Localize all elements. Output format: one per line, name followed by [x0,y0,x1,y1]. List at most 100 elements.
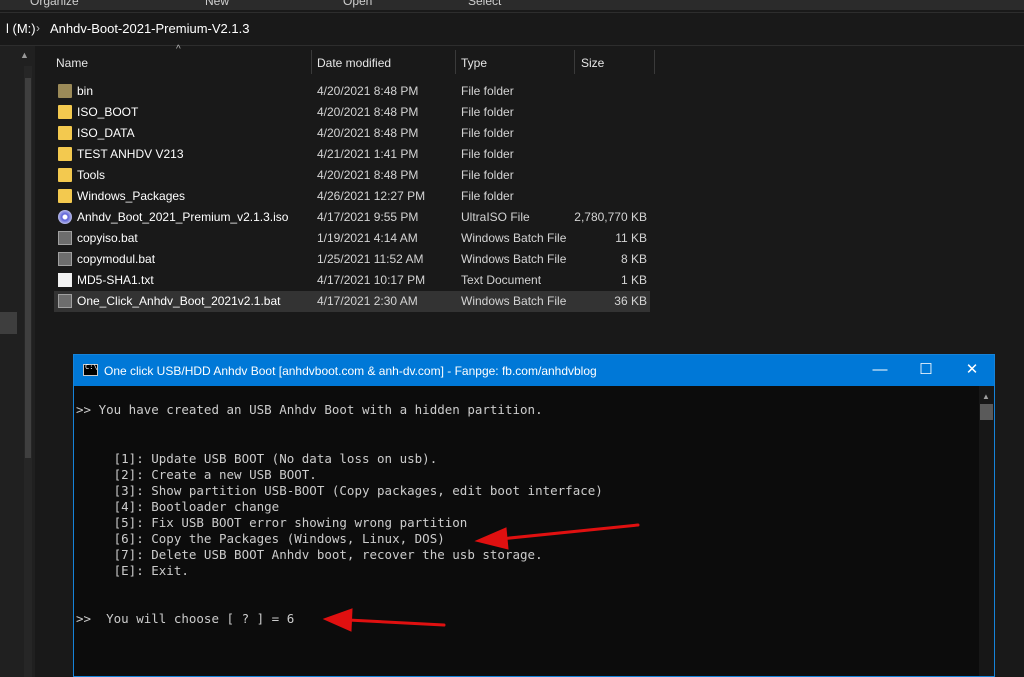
batch-file-icon [58,231,72,245]
file-date: 1/19/2021 4:14 AM [317,231,418,245]
menu-option-6: [6]: Copy the Packages (Windows, Linux, … [76,531,445,546]
menu-option-4: [4]: Bootloader change [76,499,280,514]
console-title: One click USB/HDD Anhdv Boot [anhdvboot.… [104,364,597,378]
console-titlebar[interactable]: C:\ One click USB/HDD Anhdv Boot [anhdvb… [74,355,994,386]
file-size: 2,780,770 KB [574,210,647,224]
file-row[interactable]: Windows_Packages 4/26/2021 12:27 PM File f… [54,186,650,207]
file-row[interactable]: bin 4/20/2021 8:48 PM File folder [54,81,650,102]
file-type: File folder [461,105,514,119]
file-date: 4/20/2021 8:48 PM [317,126,419,140]
file-name: bin [77,84,94,98]
console-scrollbar-thumb[interactable] [980,404,993,420]
ribbon-organize[interactable]: Organize [30,0,79,8]
column-header-size[interactable]: Size [581,50,651,78]
file-row[interactable]: One_Click_Anhdv_Boot_2021v2.1.bat 4/17/20… [54,291,650,312]
file-date: 4/17/2021 9:55 PM [317,210,419,224]
command-prompt-icon[interactable]: C:\ [83,363,98,376]
file-type: File folder [461,147,514,161]
menu-option-exit: [E]: Exit. [76,563,189,578]
nav-scrollbar-thumb[interactable] [25,78,31,458]
file-type: File folder [461,189,514,203]
column-divider[interactable] [574,50,575,74]
file-date: 4/20/2021 8:48 PM [317,105,419,119]
file-date: 4/17/2021 10:17 PM [317,273,426,287]
minimize-button[interactable]: — [857,355,903,386]
file-size: 11 KB [615,231,647,245]
file-date: 1/25/2021 11:52 AM [317,252,424,266]
text-file-icon [58,273,72,287]
file-row[interactable]: MD5-SHA1.txt 4/17/2021 10:17 PM Text Docum… [54,270,650,291]
menu-option-5: [5]: Fix USB BOOT error showing wrong pa… [76,515,468,530]
file-row[interactable]: ISO_BOOT 4/20/2021 8:48 PM File folder [54,102,650,123]
address-bar[interactable]: l (M:) › Anhdv-Boot-2021-Premium-V2.1.3 [0,12,1024,46]
file-name: MD5-SHA1.txt [77,273,154,287]
file-row[interactable]: ISO_DATA 4/20/2021 8:48 PM File folder [54,123,650,144]
console-scrollbar[interactable]: ▲ [979,386,994,676]
column-divider[interactable] [654,50,655,74]
file-date: 4/17/2021 2:30 AM [317,294,418,308]
file-name: ISO_BOOT [77,105,139,119]
file-type: UltraISO File [461,210,530,224]
file-type: File folder [461,168,514,182]
folder-icon [58,105,72,119]
folder-icon [58,126,72,140]
breadcrumb-chevron-icon: › [36,21,40,35]
batch-file-icon [58,252,72,266]
navigation-pane[interactable]: ▲ [0,46,35,677]
file-name: Anhdv_Boot_2021_Premium_v2.1.3.iso [77,210,289,224]
file-date: 4/20/2021 8:48 PM [317,84,419,98]
console-window[interactable]: C:\ One click USB/HDD Anhdv Boot [anhdvb… [73,354,995,677]
menu-option-1: [1]: Update USB BOOT (No data loss on us… [76,451,438,466]
disc-icon [58,210,72,224]
ribbon-select[interactable]: Select [468,0,501,8]
menu-option-2: [2]: Create a new USB BOOT. [76,467,317,482]
close-button[interactable]: ✕ [949,355,995,386]
scroll-up-icon[interactable]: ▲ [20,50,29,60]
scroll-up-icon[interactable]: ▲ [982,392,990,401]
console-prompt-line[interactable]: >> You will choose [ ? ] = 6 [76,611,294,626]
file-row[interactable]: Anhdv_Boot_2021_Premium_v2.1.3.iso 4/17/2… [54,207,650,228]
file-row[interactable]: copyiso.bat 1/19/2021 4:14 AM Windows Batc… [54,228,650,249]
ribbon: Organize New Open Select [0,0,1024,10]
column-header-name[interactable]: Name [56,50,306,78]
file-date: 4/21/2021 1:41 PM [317,147,419,161]
file-type: Windows Batch File [461,231,567,245]
file-type: Windows Batch File [461,252,567,266]
file-row[interactable]: TEST ANHDV V213 4/21/2021 1:41 PM File fol… [54,144,650,165]
file-type: Text Document [461,273,542,287]
column-divider[interactable] [311,50,312,74]
file-size: 1 KB [620,273,647,287]
nav-selected-item[interactable] [0,312,17,334]
menu-option-3: [3]: Show partition USB-BOOT (Copy packa… [76,483,603,498]
column-header-date[interactable]: Date modified [317,50,452,78]
folder-icon-dark [58,84,72,98]
file-name: copyiso.bat [77,231,138,245]
file-name: Tools [77,168,106,182]
file-type: File folder [461,126,514,140]
breadcrumb-drive[interactable]: l (M:) [6,21,36,36]
file-size: 36 KB [614,294,647,308]
column-divider[interactable] [455,50,456,74]
file-name: One_Click_Anhdv_Boot_2021v2.1.bat [77,294,281,308]
ribbon-new[interactable]: New [205,0,229,8]
maximize-button[interactable]: ☐ [903,355,949,386]
file-name: ISO_DATA [77,126,135,140]
file-size: 8 KB [620,252,647,266]
folder-icon [58,147,72,161]
file-name: Windows_Packages [77,189,186,203]
file-type: File folder [461,84,514,98]
file-date: 4/20/2021 8:48 PM [317,168,419,182]
breadcrumb-folder[interactable]: Anhdv-Boot-2021-Premium-V2.1.3 [50,21,249,36]
file-name: TEST ANHDV V213 [77,147,184,161]
file-row[interactable]: copymodul.bat 1/25/2021 11:52 AM Windows B… [54,249,650,270]
batch-file-icon [58,294,72,308]
console-status-line: >> You have created an USB Anhdv Boot wi… [76,402,543,417]
menu-option-7: [7]: Delete USB BOOT Anhdv boot, recover… [76,547,543,562]
folder-icon [58,168,72,182]
file-name: copymodul.bat [77,252,156,266]
ribbon-open[interactable]: Open [343,0,372,8]
file-row[interactable]: Tools 4/20/2021 8:48 PM File folder [54,165,650,186]
column-header-type[interactable]: Type [461,50,571,78]
file-type: Windows Batch File [461,294,567,308]
console-output[interactable]: >> You have created an USB Anhdv Boot wi… [74,386,979,676]
